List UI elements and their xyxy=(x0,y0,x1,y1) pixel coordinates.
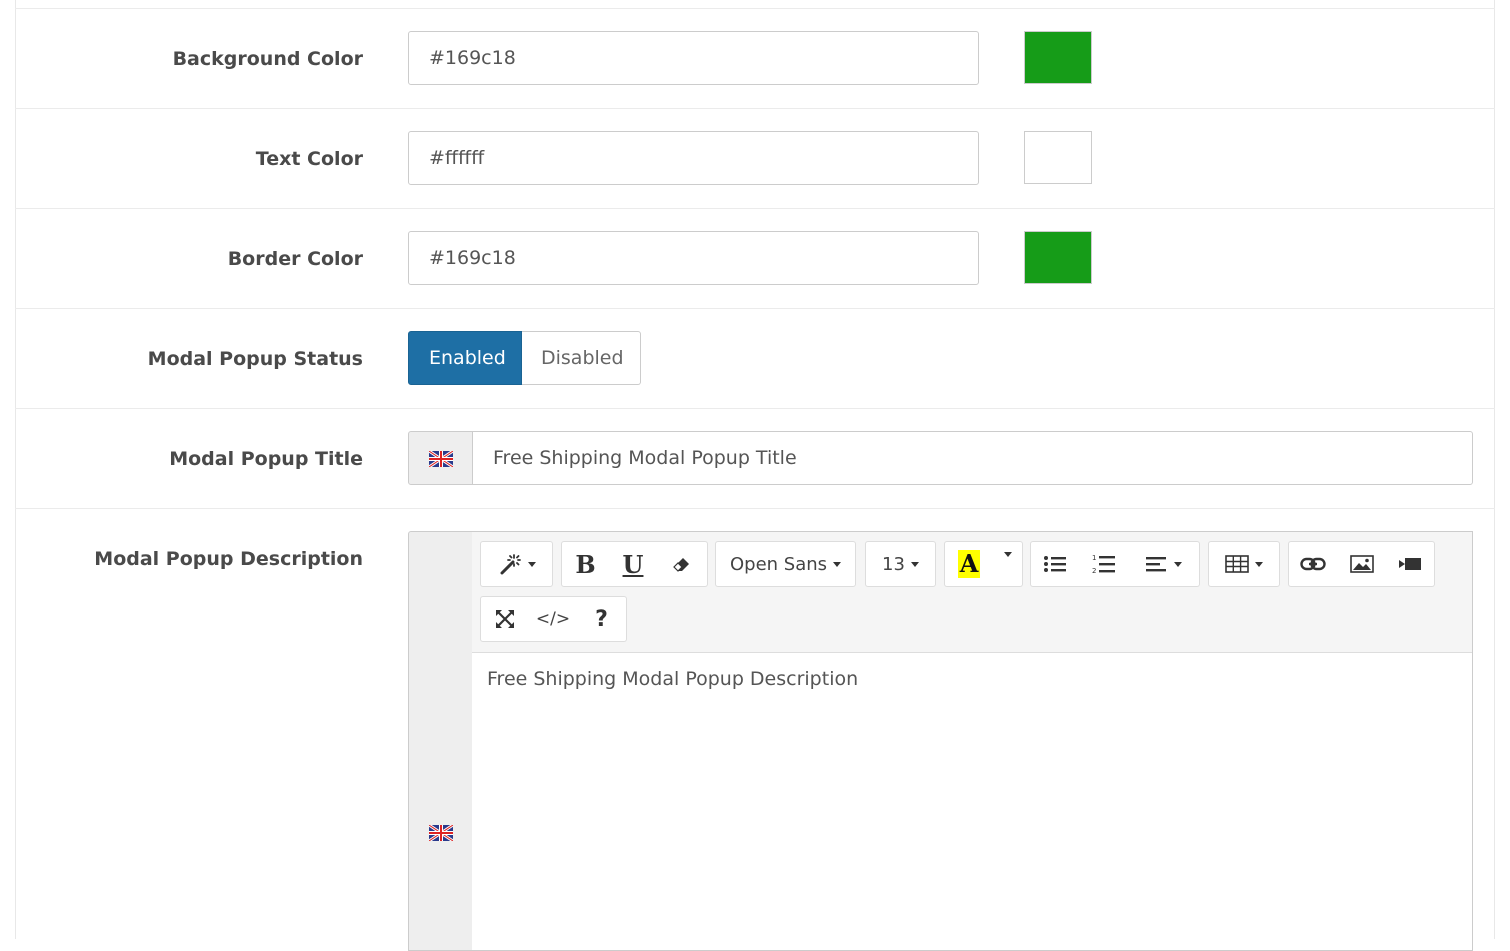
border-color-label: Border Color xyxy=(227,248,363,270)
unordered-list-button[interactable] xyxy=(1030,541,1080,587)
description-language-addon xyxy=(408,531,473,951)
row-divider xyxy=(15,208,1495,209)
disabled-button[interactable]: Disabled xyxy=(522,331,641,385)
style-button[interactable] xyxy=(480,541,553,587)
eraser-icon xyxy=(673,558,689,572)
caret-icon xyxy=(910,561,919,567)
table-dropdown[interactable] xyxy=(1208,541,1280,587)
font-family-value: Open Sans xyxy=(729,553,828,575)
editor-toolbar: B U Open Sans 13 A 1 2 </> ? xyxy=(472,532,1472,653)
underline-icon: U xyxy=(622,549,644,579)
ordered-list-button[interactable]: 1 2 xyxy=(1079,541,1129,587)
row-divider xyxy=(15,108,1495,109)
align-icon xyxy=(1145,557,1166,572)
border-color-swatch[interactable] xyxy=(1024,231,1092,284)
caret-icon xyxy=(1255,561,1263,567)
bold-button[interactable]: B xyxy=(561,541,610,587)
row-divider xyxy=(15,508,1495,509)
uk-flag-icon xyxy=(429,825,453,841)
picture-icon xyxy=(1349,555,1374,573)
help-icon: ? xyxy=(595,606,608,632)
background-color-swatch[interactable] xyxy=(1024,31,1092,84)
row-divider xyxy=(15,408,1495,409)
insert-link-button[interactable] xyxy=(1288,541,1338,587)
enabled-button[interactable]: Enabled xyxy=(408,331,522,385)
row-divider xyxy=(15,308,1495,309)
font-family-dropdown[interactable]: Open Sans xyxy=(715,541,856,587)
caret-icon xyxy=(833,561,842,567)
unordered-list-icon xyxy=(1044,556,1066,572)
modal-status-label: Modal Popup Status xyxy=(147,348,363,370)
caret-icon xyxy=(1173,561,1182,567)
insert-video-button[interactable] xyxy=(1386,541,1435,587)
svg-text:1: 1 xyxy=(1092,554,1096,562)
uk-flag-icon xyxy=(429,451,453,467)
font-size-value: 13 xyxy=(882,553,905,575)
fullscreen-button[interactable] xyxy=(480,596,530,642)
modal-title-label: Modal Popup Title xyxy=(169,448,363,470)
background-color-label: Background Color xyxy=(172,48,363,70)
color-icon: A xyxy=(957,549,981,578)
text-color-label: Text Color xyxy=(255,148,363,170)
title-language-addon xyxy=(408,431,473,485)
text-color-swatch[interactable] xyxy=(1024,131,1092,184)
font-size-dropdown[interactable]: 13 xyxy=(865,541,936,587)
modal-status-toggle: Enabled Disabled xyxy=(408,331,641,385)
modal-title-input[interactable]: Free Shipping Modal Popup Title xyxy=(472,431,1473,485)
code-view-button[interactable]: </> xyxy=(529,596,578,642)
modal-description-label: Modal Popup Description xyxy=(94,548,363,570)
paragraph-align-dropdown[interactable] xyxy=(1128,541,1200,587)
rich-text-editor: B U Open Sans 13 A 1 2 </> ? Free Shippi… xyxy=(472,531,1473,951)
highlight-color-button[interactable]: A xyxy=(944,541,994,587)
ordered-list-icon: 1 2 xyxy=(1092,554,1115,575)
caret-icon xyxy=(527,561,536,567)
help-button[interactable]: ? xyxy=(577,596,627,642)
row-divider xyxy=(15,8,1495,9)
link-icon xyxy=(1300,557,1326,571)
editor-content[interactable]: Free Shipping Modal Popup Description xyxy=(487,668,858,690)
text-color-input[interactable]: #ffffff xyxy=(408,131,979,185)
caret-icon xyxy=(1003,552,1012,557)
color-dropdown-button[interactable] xyxy=(993,541,1023,587)
clear-format-button[interactable] xyxy=(657,541,708,587)
border-color-input[interactable]: #169c18 xyxy=(408,231,979,285)
table-icon xyxy=(1225,555,1249,573)
code-view-icon: </> xyxy=(535,609,571,629)
underline-button[interactable]: U xyxy=(609,541,658,587)
video-icon xyxy=(1399,558,1421,570)
bold-icon: B xyxy=(575,549,596,579)
background-color-input[interactable]: #169c18 xyxy=(408,31,979,85)
svg-text:2: 2 xyxy=(1092,567,1096,575)
insert-picture-button[interactable] xyxy=(1337,541,1387,587)
fullscreen-icon xyxy=(496,610,514,628)
magic-wand-icon xyxy=(500,554,521,575)
